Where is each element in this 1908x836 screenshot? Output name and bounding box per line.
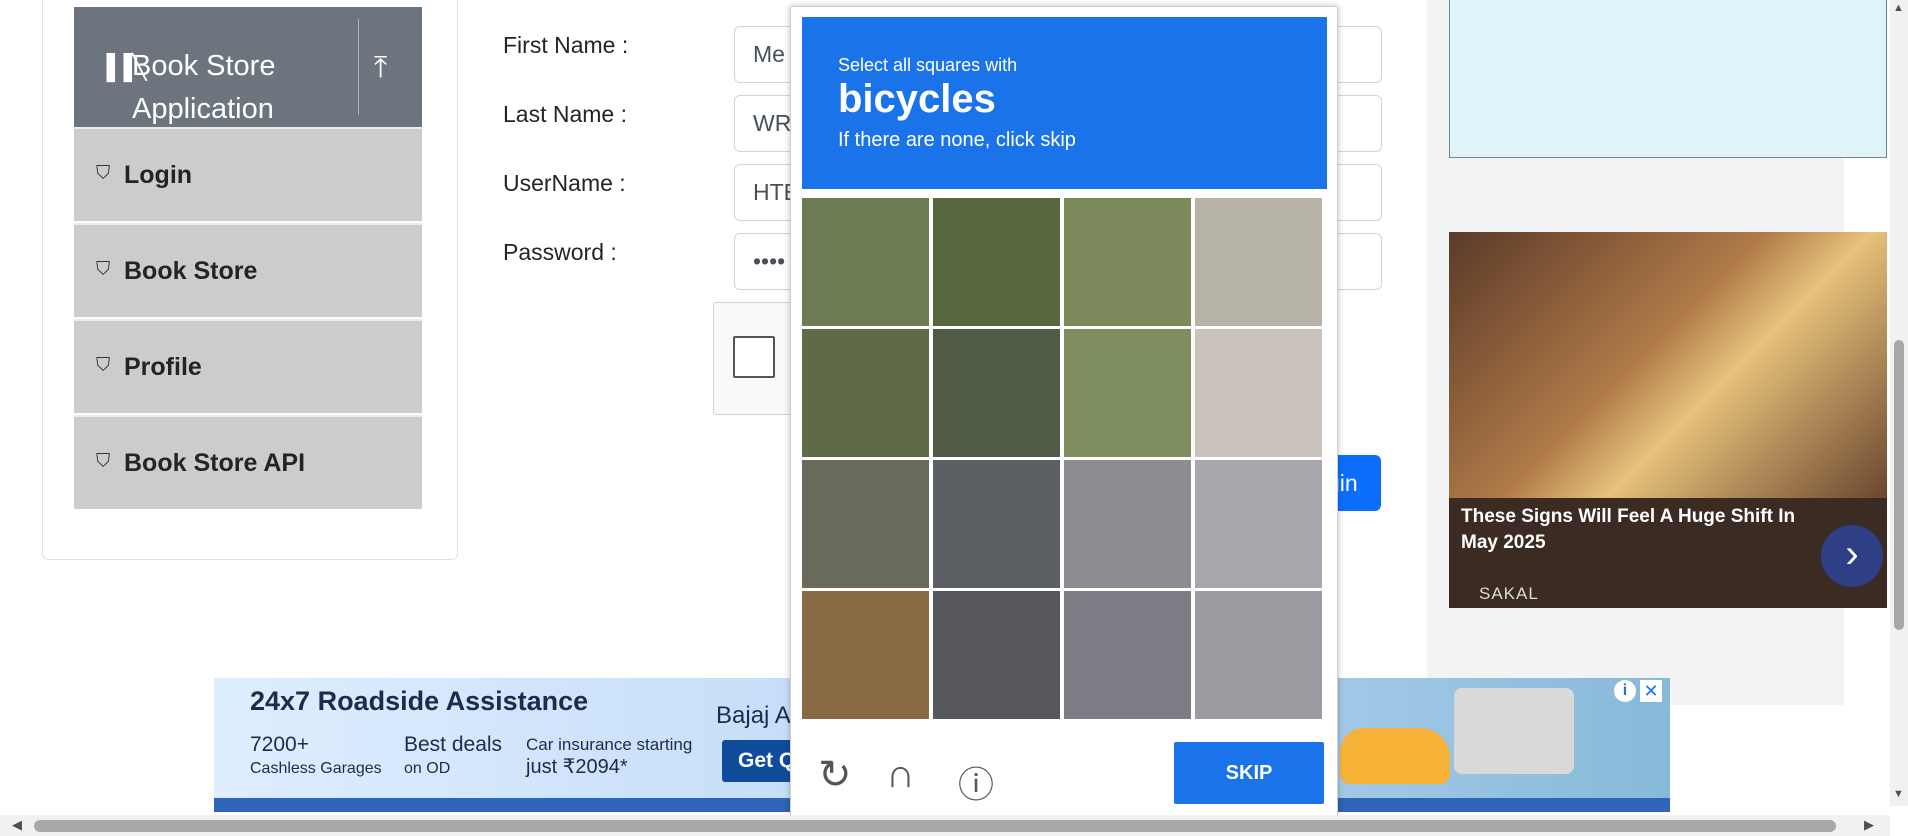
- html5-icon: ⛉: [96, 259, 111, 280]
- arrow-down-icon[interactable]: ▼: [1893, 788, 1904, 800]
- captcha-tile[interactable]: [802, 329, 929, 457]
- captcha-checkbox[interactable]: [733, 336, 775, 378]
- captcha-tile[interactable]: [933, 198, 1060, 326]
- ad-banner-right[interactable]: These Signs Will Feel A Huge Shift In Ma…: [1449, 232, 1887, 608]
- info-icon[interactable]: i: [1614, 680, 1636, 702]
- sidebar-item-login[interactable]: ⛉ Login: [74, 127, 422, 221]
- captcha-tile[interactable]: [933, 329, 1060, 457]
- captcha-tile[interactable]: [802, 460, 929, 588]
- sidebar-item-book-store[interactable]: ⛉ Book Store: [74, 223, 422, 317]
- captcha-prompt-hint: If there are none, click skip: [838, 129, 1076, 151]
- refresh-icon[interactable]: ↻: [818, 752, 852, 798]
- captcha-tile[interactable]: [1195, 198, 1322, 326]
- header-divider: [358, 19, 359, 115]
- ad-feature-text: Car insurance starting: [526, 735, 693, 754]
- ad-feature-value: just ₹2094*: [526, 756, 628, 778]
- arrow-left-icon[interactable]: ◀: [12, 817, 22, 833]
- ad-feature-text: on OD: [404, 760, 451, 777]
- group-header-book-store-application[interactable]: ▐▐╲ Book Store Application ⤒: [74, 7, 422, 127]
- arrow-right-icon[interactable]: ▶: [1864, 817, 1874, 833]
- captcha-tile[interactable]: [1195, 591, 1322, 719]
- sidebar-item-label: Login: [124, 161, 193, 189]
- captcha-prompt-line: Select all squares with: [838, 55, 1018, 75]
- last-name-label: Last Name :: [503, 101, 627, 127]
- sidebar-item-book-store-api[interactable]: ⛉ Book Store API: [74, 415, 422, 509]
- captcha-tile[interactable]: [1064, 198, 1191, 326]
- ad-brand: SAKAL: [1479, 584, 1539, 603]
- captcha-prompt: Select all squares with bicycles If ther…: [802, 17, 1327, 189]
- ad-feature-value: Best deals: [404, 733, 503, 756]
- close-icon[interactable]: ✕: [1640, 680, 1662, 702]
- html5-icon: ⛉: [96, 355, 111, 376]
- scroll-thumb[interactable]: [1894, 340, 1904, 630]
- scroll-thumb[interactable]: [34, 820, 1836, 832]
- info-icon[interactable]: ⓘ: [958, 756, 994, 808]
- captcha-tile[interactable]: [1064, 329, 1191, 457]
- headphones-icon[interactable]: ∩: [886, 752, 915, 797]
- arrow-up-icon[interactable]: ▲: [1893, 2, 1904, 14]
- ad-feature-garages: 7200+ Cashless Garages: [250, 734, 382, 780]
- captcha-tile[interactable]: [1064, 591, 1191, 719]
- vertical-scrollbar[interactable]: ▲ ▼: [1890, 0, 1908, 806]
- captcha-tile[interactable]: [933, 591, 1060, 719]
- captcha-tile[interactable]: [1195, 460, 1322, 588]
- html5-icon: ⛉: [96, 163, 111, 184]
- ad-brand: Bajaj Al: [716, 702, 797, 729]
- ad-feature-value: 7200+: [250, 733, 309, 756]
- ad-feature-deals: Best deals on OD: [404, 734, 502, 780]
- ad-headline: 24x7 Roadside Assistance: [250, 686, 589, 716]
- ad-feature-text: Cashless Garages: [250, 760, 382, 777]
- ad-feature-price: Car insurance starting just ₹2094*: [526, 734, 692, 779]
- skip-button[interactable]: SKIP: [1174, 742, 1324, 804]
- captcha-tile[interactable]: [802, 591, 929, 719]
- captcha-tile[interactable]: [802, 198, 929, 326]
- captcha-tile[interactable]: [1064, 460, 1191, 588]
- first-name-label: First Name :: [503, 32, 629, 58]
- sidebar-item-label: Book Store: [124, 257, 258, 285]
- sidebar-item-label: Book Store API: [124, 449, 306, 477]
- sidebar-item-label: Profile: [124, 353, 202, 381]
- html5-icon: ⛉: [96, 451, 111, 472]
- ad-caption: These Signs Will Feel A Huge Shift In Ma…: [1461, 506, 1796, 553]
- captcha-tile[interactable]: [933, 460, 1060, 588]
- username-label: UserName :: [503, 170, 626, 196]
- chevron-right-icon[interactable]: ›: [1821, 525, 1883, 587]
- captcha-target: bicycles: [838, 77, 996, 121]
- password-label: Password :: [503, 239, 617, 265]
- captcha-tile[interactable]: [1195, 329, 1322, 457]
- upload-icon[interactable]: ⤒: [374, 51, 387, 85]
- sidebar-item-profile[interactable]: ⛉ Profile: [74, 319, 422, 413]
- tow-truck-illustration: [1454, 688, 1574, 774]
- ad-image: [1449, 232, 1887, 498]
- ad-banner-top[interactable]: [1449, 0, 1887, 158]
- horizontal-scrollbar[interactable]: ◀ ▶: [0, 815, 1890, 836]
- car-illustration: [1340, 728, 1450, 784]
